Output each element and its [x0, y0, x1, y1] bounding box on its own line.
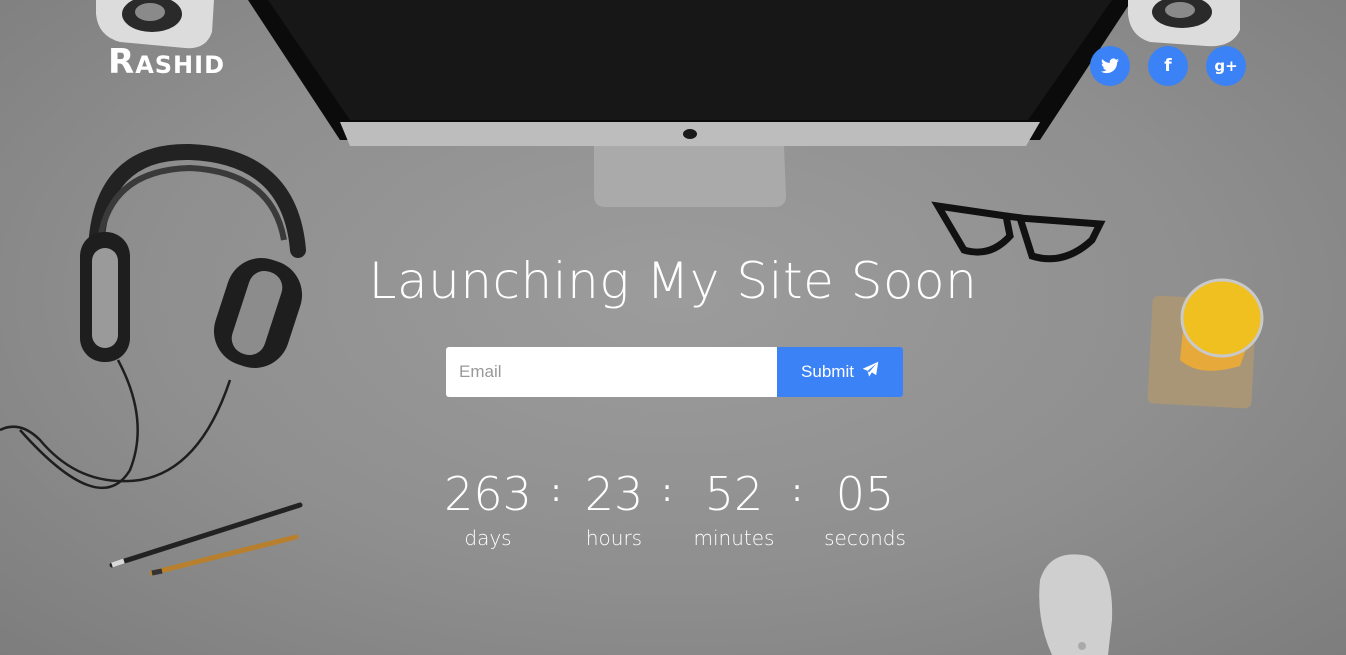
speaker-left-illustration	[96, 0, 214, 49]
email-input[interactable]	[446, 347, 777, 397]
countdown-hours: 23 hours	[569, 466, 659, 550]
google-plus-button[interactable]: g+	[1206, 46, 1246, 86]
days-label: days	[464, 526, 512, 550]
coming-soon-page: Rashid f g+ Launching My Site Soon Submi…	[0, 0, 1346, 655]
countdown-timer: 263 days : 23 hours : 52 minutes : 05 se…	[0, 466, 1346, 566]
site-logo[interactable]: Rashid	[108, 45, 225, 79]
subscribe-form: Submit	[446, 347, 903, 397]
countdown-separator: :	[792, 474, 803, 509]
submit-label: Submit	[801, 362, 854, 381]
hours-value: 23	[584, 467, 644, 521]
minutes-label: minutes	[693, 526, 775, 550]
seconds-value: 05	[835, 467, 895, 521]
paper-plane-icon	[862, 361, 879, 383]
page-title: Launching My Site Soon	[368, 252, 978, 310]
glasses-illustration	[931, 201, 1106, 263]
countdown-seconds: 05 seconds	[815, 466, 915, 550]
seconds-label: seconds	[824, 526, 906, 550]
mouse-illustration	[1039, 554, 1113, 655]
headphones-illustration	[0, 143, 306, 490]
submit-button[interactable]: Submit	[777, 347, 903, 397]
countdown-separator: :	[551, 474, 562, 509]
facebook-button[interactable]: f	[1148, 46, 1188, 86]
social-links: f g+	[1090, 46, 1246, 86]
hours-label: hours	[585, 526, 643, 550]
logo-text: ashid	[135, 51, 225, 79]
twitter-icon	[1101, 58, 1119, 74]
countdown-separator: :	[662, 474, 673, 509]
twitter-button[interactable]	[1090, 46, 1130, 86]
speaker-right-illustration	[1128, 0, 1240, 47]
logo-initial: R	[108, 42, 136, 82]
monitor-illustration	[248, 0, 1132, 207]
facebook-icon: f	[1164, 56, 1172, 76]
countdown-days: 263 days	[438, 466, 538, 550]
days-value: 263	[444, 467, 532, 521]
google-plus-icon: g+	[1214, 57, 1238, 75]
countdown-minutes: 52 minutes	[684, 466, 784, 550]
minutes-value: 52	[704, 467, 764, 521]
